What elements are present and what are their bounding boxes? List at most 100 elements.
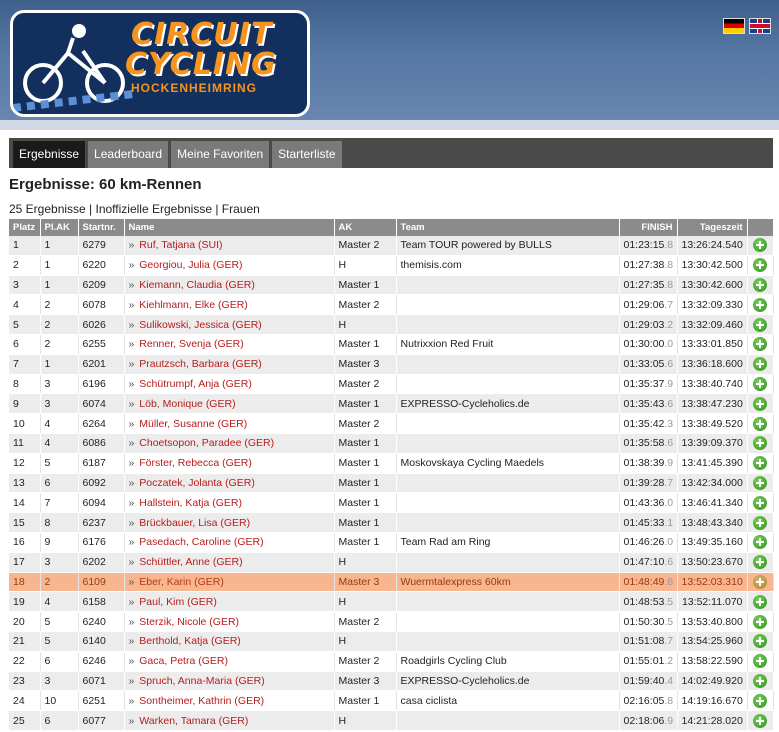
table-row[interactable]: 25 6 6077» Warken, Tamara (GER) H 02:18:06.9… [9, 710, 774, 731]
finish-fraction: .6 [664, 556, 674, 569]
flag-uk-icon[interactable] [749, 18, 771, 34]
athlete-name-link[interactable]: Löb, Monique (GER) [139, 398, 235, 410]
tab-meine-favoriten[interactable]: Meine Favoriten [171, 141, 270, 168]
table-row[interactable]: 3 1 6209» Kiemann, Claudia (GER) Master 1 01… [9, 275, 774, 296]
cell-pl-ak: 2 [40, 334, 79, 355]
athlete-name-link[interactable]: Poczatek, Jolanta (GER) [139, 477, 255, 489]
table-row[interactable]: 5 2 6026» Sulikowski, Jessica (GER) H 01:29:… [9, 314, 774, 335]
table-row[interactable]: 17 3 6202» Schüttler, Anne (GER) H 01:47:10.… [9, 552, 774, 573]
add-favorite-icon[interactable] [753, 574, 767, 589]
add-favorite-icon[interactable] [753, 634, 767, 649]
table-row[interactable]: 23 3 6071» Spruch, Anna-Maria (GER) Master … [9, 671, 774, 692]
athlete-name-link[interactable]: Sontheimer, Kathrin (GER) [139, 695, 264, 707]
table-row[interactable]: 21 5 6140» Berthold, Katja (GER) H 01:51:08.… [9, 631, 774, 652]
table-row[interactable]: 16 9 6176» Pasedach, Caroline (GER) Master … [9, 532, 774, 553]
add-favorite-icon[interactable] [753, 693, 767, 708]
header-finish[interactable]: FINISH [619, 219, 678, 236]
add-favorite-icon[interactable] [753, 416, 767, 431]
add-favorite-icon[interactable] [753, 673, 767, 688]
header-team[interactable]: Team [396, 219, 620, 236]
add-favorite-icon[interactable] [753, 357, 767, 372]
header-ak[interactable]: AK [334, 219, 397, 236]
cell-tageszeit: 13:58:22.590 [677, 651, 748, 672]
add-favorite-icon[interactable] [753, 436, 767, 451]
table-row[interactable]: 11 4 6086» Choetsopon, Paradee (GER) Master… [9, 433, 774, 454]
cell-name: » Müller, Susanne (GER) [124, 413, 335, 434]
athlete-name-link[interactable]: Schüttler, Anne (GER) [139, 556, 242, 568]
flag-de-icon[interactable] [723, 18, 745, 34]
table-row[interactable]: 6 2 6255» Renner, Svenja (GER) Master 1 Nutr… [9, 334, 774, 355]
header-tageszeit[interactable]: Tageszeit [677, 219, 748, 236]
add-favorite-icon[interactable] [753, 555, 767, 570]
table-row[interactable]: 4 2 6078» Kiehlmann, Elke (GER) Master 2 01:… [9, 294, 774, 316]
athlete-name-link[interactable]: Sulikowski, Jessica (GER) [139, 319, 262, 331]
tab-ergebnisse[interactable]: Ergebnisse [13, 141, 86, 168]
add-favorite-icon[interactable] [753, 515, 767, 530]
table-row[interactable]: 12 5 6187» Förster, Rebecca (GER) Master 1M… [9, 453, 774, 474]
table-row[interactable]: 8 3 6196» Schütrumpf, Anja (GER) Master 2 01… [9, 374, 774, 395]
table-row[interactable]: 24 10 6251» Sontheimer, Kathrin (GER) Maste… [9, 690, 774, 712]
add-favorite-icon[interactable] [753, 396, 767, 411]
add-favorite-icon[interactable] [753, 475, 767, 490]
athlete-name-link[interactable]: Spruch, Anna-Maria (GER) [139, 675, 264, 687]
table-row[interactable]: 19 4 6158» Paul, Kim (GER) H 01:48:53.5 13:52… [9, 591, 774, 613]
table-row[interactable]: 2 1 6220» Georgiou, Julia (GER) Hthemisis.c… [9, 255, 774, 276]
add-favorite-icon[interactable] [753, 337, 767, 352]
add-favorite-icon[interactable] [753, 456, 767, 471]
add-favorite-icon[interactable] [753, 258, 767, 273]
header-startnr[interactable]: Startnr. [78, 219, 125, 236]
athlete-name-link[interactable]: Ruf, Tatjana (SUI) [139, 239, 222, 251]
header-name[interactable]: Name [124, 219, 335, 236]
table-row[interactable]: 13 6 6092» Poczatek, Jolanta (GER) Master 1… [9, 473, 774, 494]
add-favorite-icon[interactable] [753, 654, 767, 669]
table-row[interactable]: 1 1 6279» Ruf, Tatjana (SUI) Master 2 Team T… [9, 236, 774, 256]
athlete-name-link[interactable]: Brückbauer, Lisa (GER) [139, 517, 250, 529]
table-row[interactable]: 7 1 6201» Prautzsch, Barbara (GER) Master 3… [9, 354, 774, 375]
add-favorite-icon[interactable] [753, 535, 767, 550]
athlete-name-link[interactable]: Eber, Karin (GER) [139, 576, 224, 588]
cell-add-favorite [747, 512, 774, 533]
athlete-name-link[interactable]: Pasedach, Caroline (GER) [139, 536, 263, 548]
athlete-name-link[interactable]: Georgiou, Julia (GER) [139, 259, 242, 271]
athlete-name-link[interactable]: Paul, Kim (GER) [139, 596, 217, 608]
athlete-name-link[interactable]: Kiehlmann, Elke (GER) [139, 299, 248, 311]
athlete-name-link[interactable]: Schütrumpf, Anja (GER) [139, 378, 252, 390]
cell-platz: 5 [9, 314, 41, 335]
table-row[interactable]: 22 6 6246» Gaca, Petra (GER) Master 2 Roadgi… [9, 651, 774, 672]
table-row[interactable]: 14 7 6094» Hallstein, Katja (GER) Master 10… [9, 492, 774, 514]
add-favorite-icon[interactable] [753, 317, 767, 332]
cell-pl-ak: 9 [40, 532, 79, 553]
table-row[interactable]: 15 8 6237» Brückbauer, Lisa (GER) Master 10… [9, 512, 774, 533]
athlete-name-link[interactable]: Hallstein, Katja (GER) [139, 497, 242, 509]
cell-platz: 15 [9, 512, 41, 533]
athlete-name-link[interactable]: Warken, Tamara (GER) [139, 715, 248, 727]
tab-starterliste[interactable]: Starterliste [272, 141, 342, 168]
athlete-name-link[interactable]: Gaca, Petra (GER) [139, 655, 228, 667]
cell-startnr: 6176 [78, 532, 125, 553]
athlete-name-link[interactable]: Choetsopon, Paradee (GER) [139, 437, 274, 449]
circuit-cycling-logo[interactable]: CIRCUIT CYCLING HOCKENHEIMRING [10, 10, 310, 117]
athlete-name-link[interactable]: Förster, Rebecca (GER) [139, 457, 252, 469]
add-favorite-icon[interactable] [753, 297, 767, 312]
table-row[interactable]: 18 2 6109» Eber, Karin (GER) Master 3 Wuermt… [9, 572, 774, 593]
table-row[interactable]: 9 3 6074» Löb, Monique (GER) Master 1 EXPRES… [9, 393, 774, 415]
athlete-name-link[interactable]: Sterzik, Nicole (GER) [139, 616, 239, 628]
table-row[interactable]: 10 4 6264» Müller, Susanne (GER) Master 2 01… [9, 413, 774, 434]
add-favorite-icon[interactable] [753, 238, 767, 253]
header-platz[interactable]: Platz [9, 219, 41, 236]
tab-leaderboard[interactable]: Leaderboard [88, 141, 169, 168]
header-pl-ak[interactable]: Pl.AK [40, 219, 79, 236]
add-favorite-icon[interactable] [753, 594, 767, 609]
add-favorite-icon[interactable] [753, 713, 767, 728]
athlete-name-link[interactable]: Berthold, Katja (GER) [139, 635, 241, 647]
cell-ak: Master 2 [334, 413, 397, 434]
add-favorite-icon[interactable] [753, 277, 767, 292]
add-favorite-icon[interactable] [753, 614, 767, 629]
athlete-name-link[interactable]: Müller, Susanne (GER) [139, 418, 247, 430]
add-favorite-icon[interactable] [753, 376, 767, 391]
athlete-name-link[interactable]: Prautzsch, Barbara (GER) [139, 358, 262, 370]
athlete-name-link[interactable]: Kiemann, Claudia (GER) [139, 279, 255, 291]
table-row[interactable]: 20 5 6240» Sterzik, Nicole (GER) Master 2 01… [9, 611, 774, 632]
athlete-name-link[interactable]: Renner, Svenja (GER) [139, 338, 243, 350]
add-favorite-icon[interactable] [753, 495, 767, 510]
